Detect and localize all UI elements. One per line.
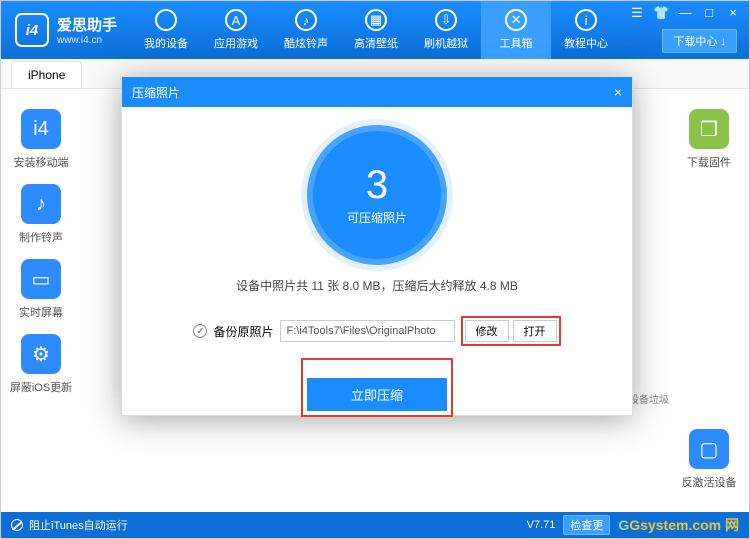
logo-text: 爱思助手 www.i4.cn [57, 14, 117, 46]
app-window: i4 爱思助手 www.i4.cn 我的设备 A应用游戏 ♪酷炫铃声 ▦高清壁纸… [0, 0, 750, 539]
deactivate-icon: ▢ [689, 429, 729, 469]
dialog-close-button[interactable]: × [614, 84, 622, 100]
modify-button[interactable]: 修改 [465, 320, 509, 342]
block-itunes-label[interactable]: 阻止iTunes自动运行 [29, 517, 128, 533]
menu-icon[interactable]: ☰ [629, 5, 645, 21]
highlight-primary: 立即压缩 [301, 358, 453, 417]
nav-wallpaper[interactable]: ▦高清壁纸 [341, 1, 411, 59]
backup-path-input[interactable] [280, 320, 455, 342]
image-icon: ▦ [365, 9, 387, 31]
dialog-header: 压缩照片 × [122, 77, 632, 107]
side-install-mobile[interactable]: i4安装移动端 [14, 109, 69, 170]
compress-now-button[interactable]: 立即压缩 [307, 378, 447, 411]
nav-ringtones[interactable]: ♪酷炫铃声 [271, 1, 341, 59]
footer-right: V7.71 检查更 GGsystem.com 网 [527, 515, 739, 535]
count-circle: 3 可压缩照片 [307, 125, 447, 265]
watermark: GGsystem.com 网 [618, 515, 739, 535]
skin-icon[interactable]: 👕 [653, 5, 669, 21]
check-update-button[interactable]: 检查更 [563, 515, 610, 535]
download-center-button[interactable]: 下载中心 ↓ [662, 29, 737, 53]
minimize-icon[interactable]: — [677, 5, 693, 21]
gear-icon: ⚙ [21, 334, 61, 374]
side-block-ios-update[interactable]: ⚙屏蔽iOS更新 [10, 334, 72, 395]
title-bar: i4 爱思助手 www.i4.cn 我的设备 A应用游戏 ♪酷炫铃声 ▦高清壁纸… [1, 1, 749, 59]
nav-apps[interactable]: A应用游戏 [201, 1, 271, 59]
close-icon[interactable]: × [725, 5, 741, 21]
app-url: www.i4.cn [57, 35, 117, 46]
dialog-title: 压缩照片 [132, 84, 180, 101]
version-label: V7.71 [527, 519, 556, 531]
side-deactivate[interactable]: ▢反激活设备 [682, 429, 737, 490]
window-controls: ☰ 👕 — □ × [629, 5, 741, 21]
bell-icon: ♪ [295, 9, 317, 31]
main-nav: 我的设备 A应用游戏 ♪酷炫铃声 ▦高清壁纸 ⇩刷机越狱 ✕工具箱 i教程中心 [131, 1, 621, 59]
logo: i4 爱思助手 www.i4.cn [1, 13, 131, 47]
side-make-ringtone[interactable]: ♪制作铃声 [19, 184, 63, 245]
app-title: 爱思助手 [57, 14, 117, 35]
ringtone-icon: ♪ [21, 184, 61, 224]
install-icon: i4 [21, 109, 61, 149]
tab-iphone[interactable]: iPhone [11, 61, 82, 88]
box-icon: ❒ [689, 109, 729, 149]
open-button[interactable]: 打开 [513, 320, 557, 342]
backup-checkbox[interactable]: ✓ [193, 324, 207, 338]
nav-jailbreak[interactable]: ⇩刷机越狱 [411, 1, 481, 59]
download-icon: ⇩ [435, 9, 457, 31]
status-bar: 阻止iTunes自动运行 V7.71 检查更 GGsystem.com 网 [1, 512, 749, 538]
screen-icon: ▭ [21, 259, 61, 299]
backup-path-row: ✓ 备份原照片 修改 打开 [142, 316, 612, 346]
tools-icon: ✕ [505, 9, 527, 31]
highlight-buttons: 修改 打开 [461, 316, 561, 346]
info-icon: i [575, 9, 597, 31]
compressible-label: 可压缩照片 [347, 209, 407, 226]
sidebar-left: i4安装移动端 ♪制作铃声 ▭实时屏幕 ⚙屏蔽iOS更新 [1, 91, 81, 510]
nav-tutorials[interactable]: i教程中心 [551, 1, 621, 59]
block-icon [11, 519, 23, 531]
backup-label: 备份原照片 [213, 323, 273, 340]
nav-my-device[interactable]: 我的设备 [131, 1, 201, 59]
compress-photos-dialog: 压缩照片 × 3 可压缩照片 设备中照片共 11 张 8.0 MB，压缩后大约释… [121, 76, 633, 416]
storage-summary: 设备中照片共 11 张 8.0 MB，压缩后大约释放 4.8 MB [142, 277, 612, 294]
compressible-count: 3 [366, 165, 388, 205]
footer-left: 阻止iTunes自动运行 [11, 517, 128, 533]
logo-icon: i4 [15, 13, 49, 47]
apple-icon [155, 9, 177, 31]
sidebar-right: ❒下载固件 ▢反激活设备 [669, 91, 749, 510]
nav-toolbox[interactable]: ✕工具箱 [481, 1, 551, 59]
apps-icon: A [225, 9, 247, 31]
maximize-icon[interactable]: □ [701, 5, 717, 21]
side-realtime-screen[interactable]: ▭实时屏幕 [19, 259, 63, 320]
side-download-firmware[interactable]: ❒下载固件 [687, 109, 731, 170]
dialog-body: 3 可压缩照片 设备中照片共 11 张 8.0 MB，压缩后大约释放 4.8 M… [122, 107, 632, 435]
